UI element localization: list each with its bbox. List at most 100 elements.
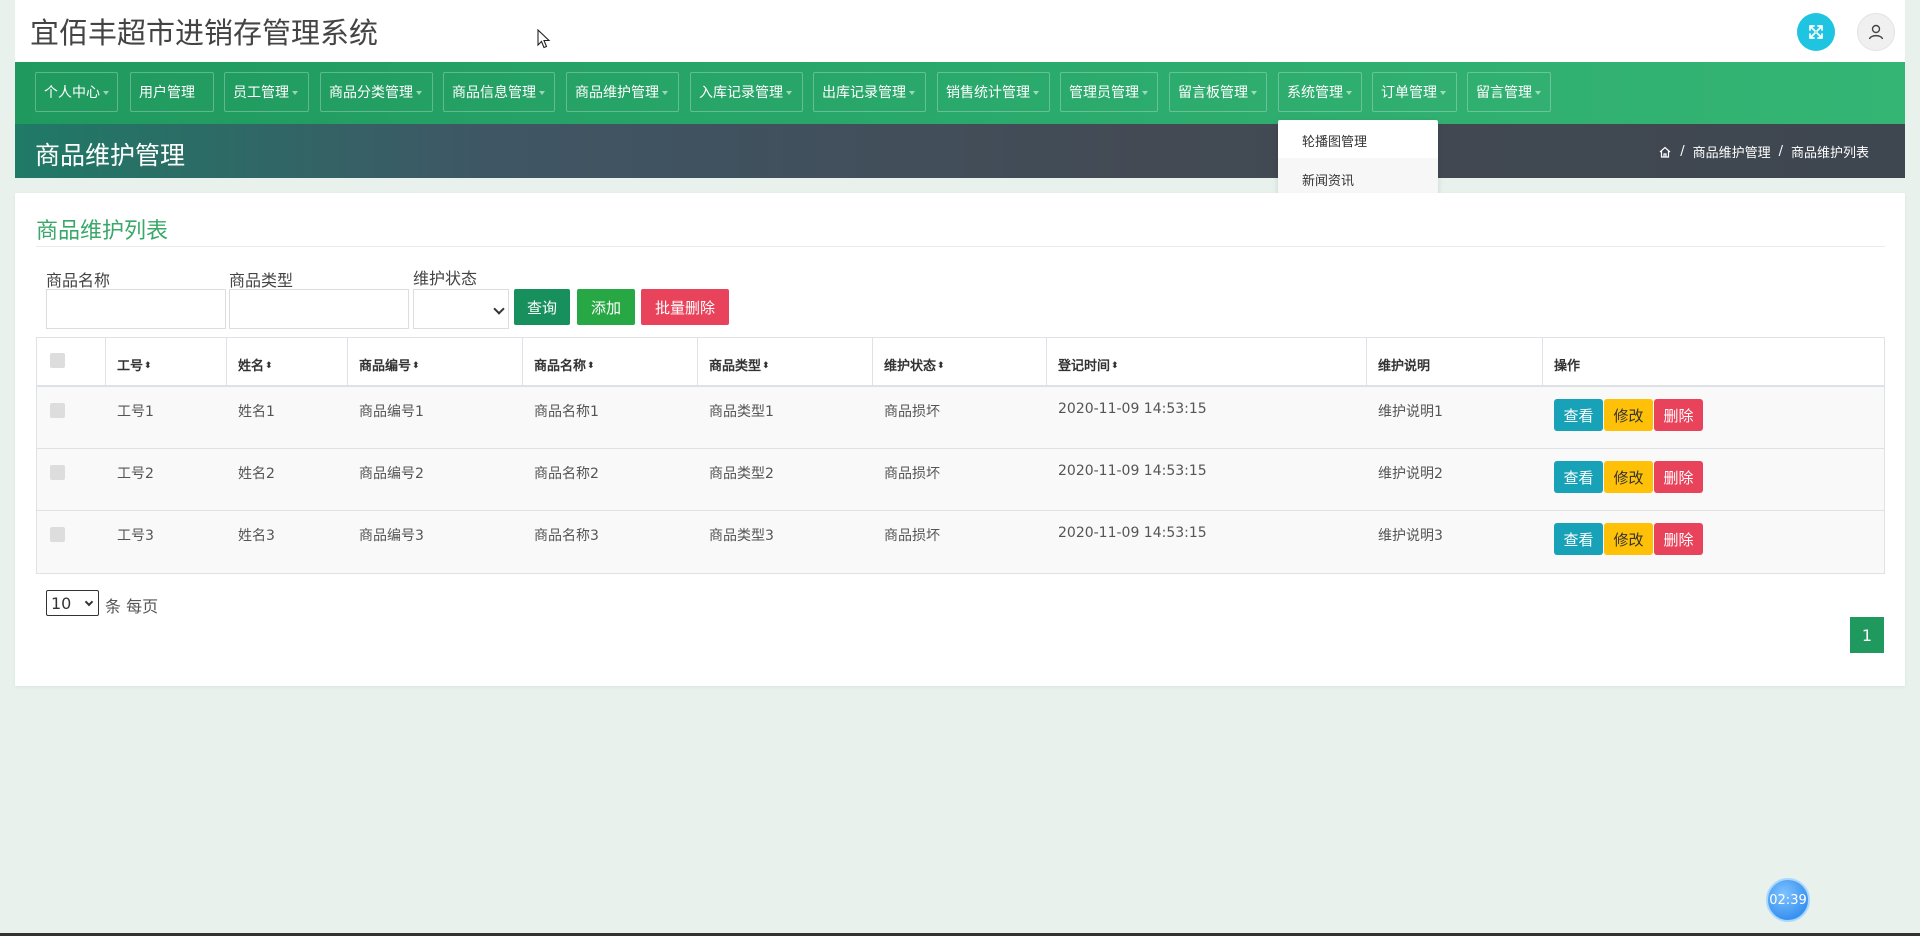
- page-header: 商品维护管理 / 商品维护管理 / 商品维护列表: [15, 124, 1905, 178]
- main-nav: 个人中心 用户管理 员工管理 商品分类管理 商品信息管理 商品维护管理 入库记录…: [15, 62, 1905, 124]
- cell: 工号2: [117, 466, 154, 482]
- page-button-current[interactable]: 1: [1850, 617, 1884, 653]
- nav-item-message-management[interactable]: 留言管理: [1467, 72, 1551, 112]
- row-checkbox[interactable]: [50, 465, 65, 480]
- cell: 商品名称1: [534, 404, 599, 420]
- view-button[interactable]: 查看: [1554, 523, 1603, 555]
- dropdown-item-carousel[interactable]: 轮播图管理: [1302, 131, 1367, 150]
- product-type-input[interactable]: [229, 289, 409, 329]
- view-button[interactable]: 查看: [1554, 461, 1603, 493]
- user-menu-button[interactable]: [1857, 13, 1895, 51]
- page-title: 商品维护管理: [35, 141, 186, 170]
- add-button[interactable]: 添加: [577, 289, 635, 325]
- cell: 商品编号2: [359, 466, 424, 482]
- caret-down-icon: [1346, 91, 1352, 95]
- edit-button[interactable]: 修改: [1604, 399, 1653, 431]
- cell: 商品名称2: [534, 466, 599, 482]
- top-bar: 宜佰丰超市进销存管理系统: [15, 0, 1905, 62]
- filter-label-name: 商品名称: [46, 271, 111, 290]
- column-header[interactable]: 工号⬍: [117, 355, 152, 374]
- cell: 姓名2: [238, 466, 275, 482]
- caret-down-icon: [1251, 91, 1257, 95]
- page-size-label: 条 每页: [105, 597, 159, 616]
- cell: 商品类型1: [709, 404, 774, 420]
- nav-item-product-maintenance-management[interactable]: 商品维护管理: [566, 72, 679, 112]
- cell: 商品编号1: [359, 404, 424, 420]
- table-row: 工号1 姓名1 商品编号1 商品名称1 商品类型1 商品损坏 2020-11-0…: [37, 387, 1884, 449]
- nav-item-personal-center[interactable]: 个人中心: [35, 72, 118, 112]
- nav-item-sales-statistics[interactable]: 销售统计管理: [937, 72, 1050, 112]
- edit-button[interactable]: 修改: [1604, 523, 1653, 555]
- column-header: 维护说明: [1378, 359, 1431, 374]
- edit-button[interactable]: 修改: [1604, 461, 1653, 493]
- cell: 商品损坏: [884, 466, 940, 482]
- caret-down-icon: [1142, 91, 1148, 95]
- nav-item-outbound-records[interactable]: 出库记录管理: [813, 72, 926, 112]
- select-all-checkbox[interactable]: [50, 353, 65, 368]
- column-header[interactable]: 姓名⬍: [238, 355, 273, 374]
- caret-down-icon: [662, 91, 668, 95]
- cell: 2020-11-09 14:53:15: [1058, 463, 1207, 479]
- sort-icon: ⬍: [762, 361, 770, 371]
- system-management-dropdown: 轮播图管理 新闻资讯: [1278, 120, 1438, 196]
- nav-item-inbound-records[interactable]: 入库记录管理: [690, 72, 803, 112]
- breadcrumb: / 商品维护管理 / 商品维护列表: [1658, 142, 1869, 161]
- fullscreen-button[interactable]: [1797, 13, 1835, 51]
- cell: 工号1: [117, 404, 154, 420]
- cell: 维护说明1: [1378, 404, 1443, 420]
- app-title: 宜佰丰超市进销存管理系统: [30, 16, 379, 50]
- sort-icon: ⬍: [937, 361, 945, 371]
- column-header: 操作: [1554, 359, 1581, 374]
- sort-icon: ⬍: [587, 361, 595, 371]
- dropdown-item-news[interactable]: 新闻资讯: [1302, 170, 1354, 189]
- breadcrumb-item[interactable]: 商品维护管理: [1693, 142, 1771, 161]
- column-header[interactable]: 商品类型⬍: [709, 355, 770, 374]
- cell: 维护说明3: [1378, 528, 1443, 544]
- home-icon[interactable]: [1658, 145, 1672, 159]
- cell: 工号3: [117, 528, 154, 544]
- row-checkbox[interactable]: [50, 403, 65, 418]
- nav-item-category-management[interactable]: 商品分类管理: [320, 72, 433, 112]
- delete-button[interactable]: 删除: [1654, 523, 1703, 555]
- cell: 姓名3: [238, 528, 275, 544]
- column-header[interactable]: 商品名称⬍: [534, 355, 595, 374]
- sort-icon: ⬍: [1111, 361, 1119, 371]
- card-title: 商品维护列表: [36, 219, 169, 244]
- delete-button[interactable]: 删除: [1654, 461, 1703, 493]
- caret-down-icon: [909, 91, 915, 95]
- batch-delete-button[interactable]: 批量删除: [641, 289, 729, 325]
- sort-icon: ⬍: [412, 361, 420, 371]
- nav-item-employee-management[interactable]: 员工管理: [224, 72, 309, 112]
- cell: 维护说明2: [1378, 466, 1443, 482]
- cell: 商品损坏: [884, 404, 940, 420]
- caret-down-icon: [1535, 91, 1541, 95]
- nav-item-system-management[interactable]: 系统管理: [1278, 72, 1362, 112]
- query-button[interactable]: 查询: [514, 289, 570, 325]
- fullscreen-icon: [1809, 25, 1823, 39]
- view-button[interactable]: 查看: [1554, 399, 1603, 431]
- caret-down-icon: [539, 91, 545, 95]
- cell: 2020-11-09 14:53:15: [1058, 525, 1207, 541]
- nav-item-message-board[interactable]: 留言板管理: [1169, 72, 1267, 112]
- cell: 商品编号3: [359, 528, 424, 544]
- column-header[interactable]: 商品编号⬍: [359, 355, 420, 374]
- nav-item-order-management[interactable]: 订单管理: [1372, 72, 1457, 112]
- column-header[interactable]: 登记时间⬍: [1058, 355, 1119, 374]
- chevron-down-icon: [84, 597, 94, 607]
- timer-badge[interactable]: 02:39: [1766, 878, 1810, 922]
- user-icon: [1868, 24, 1884, 40]
- caret-down-icon: [103, 91, 109, 95]
- delete-button[interactable]: 删除: [1654, 399, 1703, 431]
- list-card: 商品维护列表 商品名称 商品类型 维护状态 查询 添加 批量删除 工号⬍ 姓名⬍…: [15, 193, 1905, 686]
- row-checkbox[interactable]: [50, 527, 65, 542]
- page-size-select[interactable]: 10: [46, 590, 99, 616]
- column-header[interactable]: 维护状态⬍: [884, 355, 945, 374]
- caret-down-icon: [1440, 91, 1446, 95]
- nav-item-admin-management[interactable]: 管理员管理: [1060, 72, 1158, 112]
- maintenance-status-select[interactable]: [413, 289, 509, 329]
- filter-label-status: 维护状态: [413, 269, 478, 288]
- nav-item-product-info-management[interactable]: 商品信息管理: [443, 72, 555, 112]
- caret-down-icon: [416, 91, 422, 95]
- nav-item-user-management[interactable]: 用户管理: [130, 72, 214, 112]
- product-name-input[interactable]: [46, 289, 226, 329]
